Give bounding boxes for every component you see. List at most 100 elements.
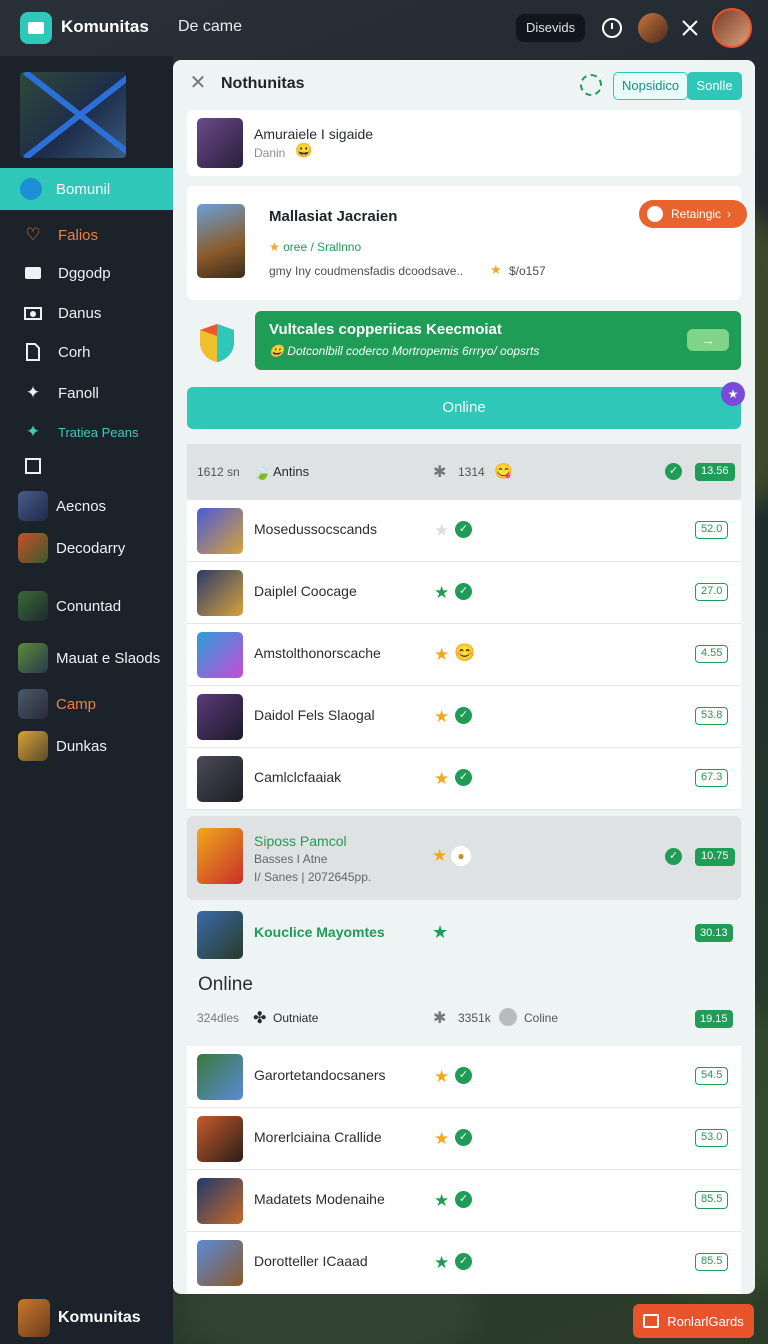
star-icon: ★ (434, 1191, 450, 1210)
row-meta: 1612 sn (197, 465, 240, 479)
close-icon[interactable]: ✕ (187, 72, 209, 94)
list-row[interactable]: Mosedussocscands ★ ✓ 52.0 (187, 500, 741, 562)
score-badge: 13.56 (695, 463, 735, 481)
top-subtitle[interactable]: De came (178, 18, 242, 36)
emoji-icon: 😀 (295, 142, 313, 158)
section-header-row[interactable]: 324dles ✤ Outniate ✱ 3351k Coline 19.15 (187, 1002, 741, 1040)
sidebar-item-dggodp[interactable]: Dggodp (0, 260, 173, 286)
star-icon: ★ (434, 583, 450, 602)
row-subtitle: Basses I Atne (254, 852, 328, 866)
button-label: RonlarlGards (667, 1313, 744, 1329)
retaingic-button[interactable]: Retaingic › (639, 200, 747, 228)
app-logo-icon[interactable] (20, 12, 52, 44)
ronlarlgards-button[interactable]: RonlarlGards (633, 1304, 754, 1338)
score-badge: 52.0 (695, 521, 729, 539)
sidebar-item-fanoll[interactable]: ✦ Fanoll (0, 380, 173, 406)
row-thumbnail (197, 1116, 243, 1162)
timer-icon[interactable] (598, 14, 626, 42)
row-thumbnail (197, 911, 243, 959)
list-row[interactable]: Daiplel Coocage ★ ✓ 27.0 (187, 562, 741, 624)
sidebar-item-square[interactable] (0, 454, 173, 478)
feature-row[interactable]: Kouclice Mayomtes ★ 30.13 (187, 908, 741, 962)
discover-pill[interactable]: Disevids (516, 14, 586, 42)
sidebar-game-mauat[interactable]: Mauat e Slaods (0, 642, 173, 674)
nopsidico-button[interactable]: Nopsidico (613, 72, 689, 100)
star-icon: ★ (434, 645, 450, 664)
sidebar-item-danus[interactable]: Danus (0, 300, 173, 326)
star-icon: ★ (434, 769, 450, 788)
sidebar-game-decodarry[interactable]: Decodarry (0, 532, 173, 564)
row-thumbnail (197, 570, 243, 616)
highlight-row[interactable]: Siposs Pamcol Basses I Atne I/ Sanes | 2… (187, 816, 741, 900)
row-thumbnail (197, 1240, 243, 1286)
settings-icon[interactable] (580, 74, 602, 96)
score-badge: 19.15 (695, 1010, 733, 1028)
game-thumbnail (18, 643, 48, 673)
close-icon[interactable] (676, 14, 704, 42)
list-row[interactable]: Garortetandocsaners ★ ✓ 54.5 (187, 1046, 741, 1108)
list-row[interactable]: Camlclcfaaiak ★ ✓ 67.3 (187, 748, 741, 810)
sidebar-banner-image[interactable] (20, 72, 126, 158)
row-thumbnail (197, 828, 243, 884)
emoji-icon: 😋 (494, 463, 513, 480)
profile-avatar[interactable] (712, 8, 752, 48)
check-icon: ✓ (455, 707, 472, 724)
list-row[interactable]: Daidol Fels Slaogal ★ ✓ 53.8 (187, 686, 741, 748)
sidebar-item-label: Decodarry (56, 539, 126, 557)
community-icon (20, 178, 42, 200)
sidebar-item-label: Dunkas (56, 737, 107, 755)
row-thumbnail (197, 508, 243, 554)
sidebar-game-camp[interactable]: Camp (0, 688, 173, 720)
card-title: Amuraiele I sigaide (254, 126, 374, 142)
list-row[interactable]: Dorotteller ICaaad ★ ✓ 85.5 (187, 1232, 741, 1294)
star-icon: ★ (434, 1253, 450, 1272)
row-name: Camlclcfaaiak (254, 769, 342, 785)
row-thumbnail (197, 632, 243, 678)
online-button[interactable]: Online (187, 387, 741, 429)
row-thumbnail (197, 756, 243, 802)
user-avatar-small[interactable] (638, 13, 668, 43)
sidebar-item-corh[interactable]: Corh (0, 339, 173, 365)
star-icon: ★ (434, 1129, 450, 1148)
sidebar-game-conuntad[interactable]: Conuntad (0, 590, 173, 622)
puzzle-icon: ✱ (433, 464, 447, 481)
folder-icon (22, 262, 44, 284)
score-badge: 4.55 (695, 645, 729, 663)
arrow-right-button[interactable]: → (687, 329, 729, 351)
button-label: Retaingic (671, 207, 722, 221)
list-row[interactable]: Madatets Modenaihe ★ ✓ 85.5 (187, 1170, 741, 1232)
game-thumbnail (18, 491, 48, 521)
sidebar-game-aecnos[interactable]: Aecnos (0, 490, 173, 522)
sidebar-item-active[interactable]: Bomunil (0, 168, 173, 210)
row-name: Outniate (273, 1011, 319, 1025)
sidebar-item-falios[interactable]: ♡ Falios (0, 222, 173, 248)
row-title: Siposs Pamcol (254, 833, 347, 849)
star-icon: ★ (269, 240, 280, 254)
person-icon: ✦ (25, 422, 41, 441)
sidebar-item-label: Falios (58, 226, 99, 244)
emoji-icon: 😀 (269, 344, 284, 358)
banner-title: Vultcales copperiicas Keecmoiat (269, 321, 502, 338)
sidebar-item-tratiea[interactable]: ✦ Tratiea Peans (0, 420, 173, 444)
row-meta: 324dles (197, 1011, 240, 1025)
score-badge: 53.0 (695, 1129, 729, 1147)
featured-card-1[interactable]: Amuraiele I sigaide Danin 😀 (187, 110, 741, 176)
card-description: gmy Iny coudmensfadis dcoodsave.. (269, 264, 464, 278)
sidebar-footer[interactable]: Komunitas (18, 1299, 141, 1337)
list-row[interactable]: Amstolthonorscache ★ 😊 4.55 (187, 624, 741, 686)
panel-title: Nothunitas (221, 75, 305, 92)
sidebar-game-dunkas[interactable]: Dunkas (0, 730, 173, 762)
document-icon (22, 341, 44, 363)
sidebar-item-label: Danus (58, 304, 102, 322)
list-row[interactable]: Morerlciaina Crallide ★ ✓ 53.0 (187, 1108, 741, 1170)
card-thumbnail (197, 118, 243, 168)
check-icon: ✓ (455, 1191, 472, 1208)
sidebar-item-label: Dggodp (58, 264, 111, 282)
status-icon (499, 1008, 517, 1026)
card-rating: ★ oree / Srallnno (269, 240, 361, 254)
list-header-row[interactable]: 1612 sn 🍃 Antins ✱ 1314 😋 ✓ 13.56 (187, 444, 741, 500)
sonlle-button[interactable]: Sonlle (687, 72, 742, 100)
row-subtitle: I/ Sanes | 2072645pp. (254, 870, 372, 884)
promo-banner[interactable]: Vultcales copperiicas Keecmoiat 😀 Dotcon… (255, 311, 741, 370)
sidebar-item-label: Conuntad (56, 597, 122, 615)
